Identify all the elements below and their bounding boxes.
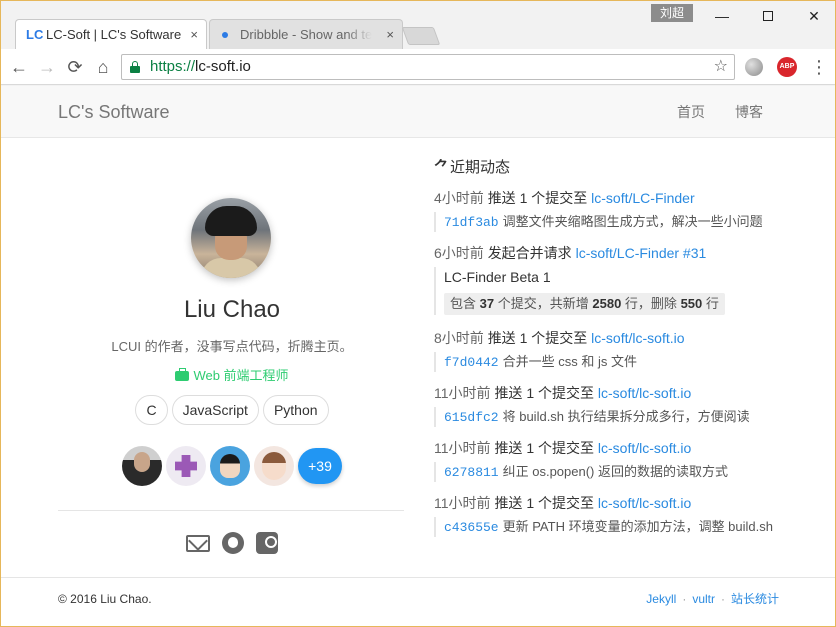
github-icon[interactable]: [222, 532, 244, 554]
footer-link-vultr[interactable]: vultr: [692, 592, 715, 606]
follower-avatar[interactable]: [254, 446, 294, 486]
repo-link[interactable]: lc-soft/lc-soft.io: [591, 330, 684, 346]
tab-lc-soft[interactable]: LC LC-Soft | LC's Software ×: [15, 19, 207, 49]
follower-avatar[interactable]: [122, 446, 162, 486]
activity-item: 6小时前 发起合并请求 lc-soft/LC-Finder #31 LC-Fin…: [434, 243, 774, 315]
footer-link-jekyll[interactable]: Jekyll: [646, 592, 676, 606]
email-icon[interactable]: [186, 534, 210, 552]
browser-menu-button[interactable]: ⋮: [809, 55, 829, 79]
activity-verb: 推送 1 个提交至: [494, 495, 595, 511]
activity-verb: 推送 1 个提交至: [487, 190, 588, 206]
nav-blog-link[interactable]: 博客: [735, 86, 763, 138]
job-title: Web 前端工程师: [193, 368, 289, 383]
tab-dribbble[interactable]: Dribbble - Show and tell for designers ×: [209, 19, 403, 49]
activity-item: 8小时前 推送 1 个提交至 lc-soft/lc-soft.io f7d044…: [434, 328, 774, 372]
dribbble-favicon-icon: [222, 32, 228, 38]
adblock-extension-icon[interactable]: ABP: [777, 57, 797, 77]
tab-title: LC-Soft | LC's Software: [46, 27, 181, 42]
bookmark-star-icon[interactable]: ☆: [714, 55, 728, 79]
browser-toolbar: ← → ⟳ ⌂ https://lc-soft.io ☆ ABP ⋮: [1, 49, 835, 85]
browser-window: 刘超 — ✕ LC LC-Soft | LC's Software × Drib…: [0, 0, 836, 627]
activity-time: 6小时前: [434, 245, 484, 261]
globe-extension-icon[interactable]: [745, 58, 763, 76]
tab-title: Dribbble - Show and tell for designers: [240, 27, 372, 42]
repo-link[interactable]: lc-soft/LC-Finder: [591, 190, 694, 206]
activity-verb: 推送 1 个提交至: [494, 385, 595, 401]
activity-time: 11小时前: [434, 495, 491, 511]
footer-link-stats[interactable]: 站长统计: [731, 592, 779, 606]
activity-time: 11小时前: [434, 385, 491, 401]
activity-time: 8小时前: [434, 330, 484, 346]
activity-verb: 推送 1 个提交至: [494, 440, 595, 456]
lock-icon: [130, 61, 140, 73]
divider: [58, 510, 404, 511]
briefcase-icon: [175, 368, 190, 381]
activity-verb: 推送 1 个提交至: [487, 330, 588, 346]
skill-tag-c: C: [135, 395, 168, 425]
pull-request-title: LC-Finder Beta 1: [444, 269, 551, 285]
pull-request-link[interactable]: lc-soft/LC-Finder #31: [576, 245, 707, 261]
lc-favicon-icon: LC: [26, 27, 44, 42]
site-navbar: LC's Software 首页 博客: [1, 86, 835, 138]
pull-request-stats: 包含 37 个提交，共新增 2580 行，删除 550 行: [444, 293, 725, 315]
url-text[interactable]: https://lc-soft.io: [150, 55, 251, 79]
profile-badge[interactable]: 刘超: [651, 4, 693, 22]
footer-links: Jekyll · vultr · 站长统计: [646, 592, 779, 606]
more-followers-button[interactable]: +39: [298, 448, 342, 484]
activity-time: 4小时前: [434, 190, 484, 206]
minimize-button[interactable]: —: [699, 3, 745, 29]
close-window-button[interactable]: ✕: [791, 3, 835, 29]
follower-avatar[interactable]: [210, 446, 250, 486]
repo-link[interactable]: lc-soft/lc-soft.io: [598, 385, 691, 401]
forward-button[interactable]: →: [35, 55, 59, 79]
commit-sha-link[interactable]: c43655e: [444, 520, 499, 535]
maximize-icon: [763, 11, 773, 21]
follower-avatar[interactable]: [166, 446, 206, 486]
skill-tag-python: Python: [262, 395, 329, 425]
profile-avatar: [191, 198, 271, 278]
profile-name: Liu Chao: [183, 296, 281, 323]
commit-message: 合并一些 css 和 js 文件: [502, 354, 637, 369]
tab-close-icon[interactable]: ×: [386, 20, 394, 49]
title-bar: 刘超 — ✕ LC LC-Soft | LC's Software × Drib…: [1, 1, 835, 49]
contact-links: [1, 532, 463, 554]
site-footer: © 2016 Liu Chao. Jekyll · vultr · 站长统计: [1, 577, 835, 626]
commit-sha-link[interactable]: 71df3ab: [444, 215, 499, 230]
copyright-text: © 2016 Liu Chao.: [58, 592, 152, 606]
skill-tags: C JavaScript Python: [1, 395, 463, 425]
activity-item: 11小时前 推送 1 个提交至 lc-soft/lc-soft.io 62788…: [434, 438, 774, 482]
maximize-button[interactable]: [745, 3, 791, 29]
steam-icon[interactable]: [256, 532, 278, 554]
site-brand[interactable]: LC's Software: [58, 86, 169, 138]
commit-message: 调整文件夹缩略图生成方式，解决一些小问题: [502, 214, 763, 229]
profile-job: Web 前端工程师: [1, 365, 463, 384]
reload-button[interactable]: ⟳: [63, 55, 87, 79]
tab-close-icon[interactable]: ×: [190, 20, 198, 49]
repo-link[interactable]: lc-soft/lc-soft.io: [598, 440, 691, 456]
activity-item: 11小时前 推送 1 个提交至 lc-soft/lc-soft.io c4365…: [434, 493, 774, 537]
commit-sha-link[interactable]: 615dfc2: [444, 410, 499, 425]
address-bar[interactable]: https://lc-soft.io ☆: [121, 54, 735, 80]
activity-time: 11小时前: [434, 440, 491, 456]
commit-sha-link[interactable]: 6278811: [444, 465, 499, 480]
profile-bio: LCUI 的作者，没事写点代码，折腾主页。: [111, 339, 353, 354]
back-button[interactable]: ←: [7, 55, 31, 79]
repo-link[interactable]: lc-soft/lc-soft.io: [598, 495, 691, 511]
activity-heading: ⺈近期动态: [434, 159, 511, 176]
home-button[interactable]: ⌂: [91, 55, 115, 79]
activity-item: 11小时前 推送 1 个提交至 lc-soft/lc-soft.io 615df…: [434, 383, 774, 427]
commit-message: 纠正 os.popen() 返回的数据的读取方式: [502, 464, 728, 479]
activity-item: 4小时前 推送 1 个提交至 lc-soft/LC-Finder 71df3ab…: [434, 188, 774, 232]
commit-message: 更新 PATH 环境变量的添加方法，调整 build.sh: [502, 519, 773, 534]
commit-message: 将 build.sh 执行结果拆分成多行，方便阅读: [502, 409, 750, 424]
pulse-icon: ⺈: [434, 159, 450, 176]
web-page: LC's Software 首页 博客 Liu Chao LCUI 的作者，没事…: [1, 86, 835, 626]
skill-tag-javascript: JavaScript: [171, 395, 259, 425]
commit-sha-link[interactable]: f7d0442: [444, 355, 499, 370]
activity-verb: 发起合并请求: [487, 245, 572, 261]
new-tab-button[interactable]: [401, 27, 441, 45]
followers-list: +39: [1, 446, 463, 486]
nav-home-link[interactable]: 首页: [677, 86, 705, 138]
